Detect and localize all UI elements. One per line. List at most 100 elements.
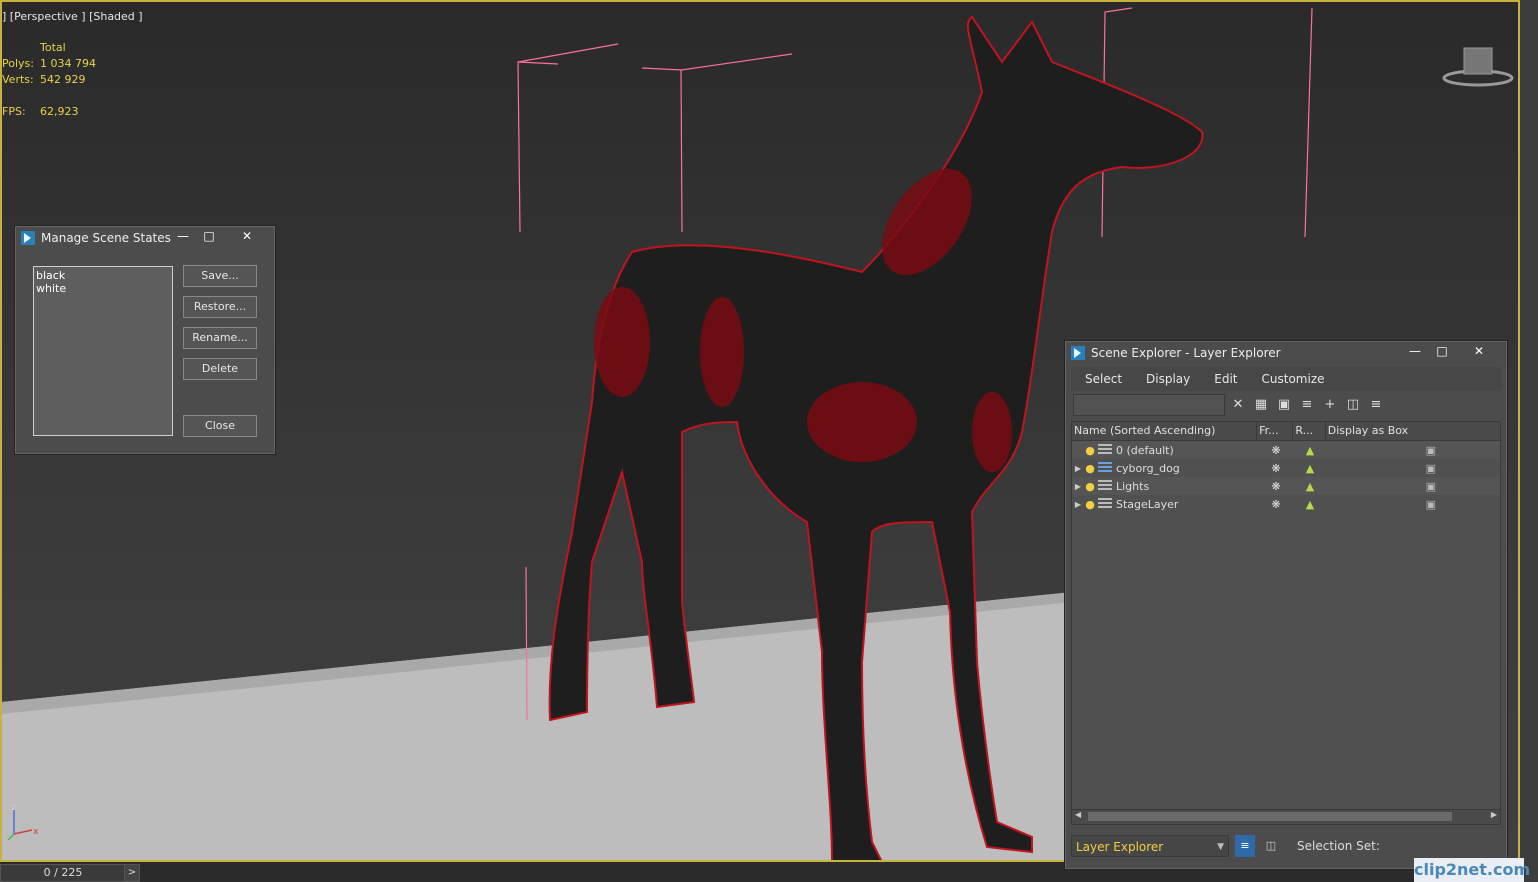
render-teapot-icon[interactable]: ▲ [1294, 498, 1326, 511]
app-icon [1071, 346, 1085, 360]
scene-explorer-window: Scene Explorer - Layer Explorer — □ ✕ Se… [1064, 340, 1508, 870]
render-teapot-icon[interactable]: ▲ [1294, 480, 1326, 493]
menu-customize[interactable]: Customize [1262, 372, 1325, 386]
menu-edit[interactable]: Edit [1214, 372, 1237, 386]
lightbulb-icon[interactable]: ● [1084, 498, 1096, 511]
list-item[interactable]: black [36, 269, 170, 282]
scene-states-list[interactable]: black white [33, 266, 173, 436]
dialog-title: Manage Scene States [41, 231, 171, 245]
maximize-icon[interactable]: □ [197, 228, 221, 244]
axis-tripod-icon: z x [7, 803, 39, 840]
scroll-right-icon[interactable]: ▶ [1491, 810, 1497, 819]
add-icon[interactable]: + [1320, 395, 1340, 415]
lightbulb-icon[interactable]: ● [1084, 480, 1096, 493]
layer-icon [1098, 444, 1112, 456]
close-icon[interactable]: ✕ [1467, 343, 1491, 359]
delete-button[interactable]: Delete [183, 358, 257, 380]
layer-mode-icon[interactable]: ≡ [1235, 835, 1255, 857]
explorer-toolbar: ✕ ▦ ▣ ≡ + ◫ ≡ [1071, 391, 1501, 419]
hierarchy-mode-icon[interactable]: ◫ [1261, 835, 1281, 857]
expand-arrow-icon[interactable]: ▶ [1072, 464, 1084, 473]
explorer-titlebar[interactable]: Scene Explorer - Layer Explorer — □ ✕ [1065, 341, 1507, 365]
minimize-icon[interactable]: — [171, 228, 195, 244]
column-header-freeze[interactable]: Fr... [1257, 422, 1294, 440]
layer-name: 0 (default) [1116, 443, 1174, 457]
display-box-icon[interactable]: ▣ [1326, 498, 1496, 511]
grid-body: ● 0 (default) ❋ ▲ ▣ ▶ ● cyborg_dog ❋ ▲ ▣ ▶ ●… [1072, 441, 1500, 513]
manage-scene-states-dialog: Manage Scene States — □ ✕ black white Sa… [14, 225, 276, 455]
time-slider[interactable]: 0 / 225 [0, 864, 126, 882]
selection-set-label: Selection Set: [1297, 839, 1380, 853]
right-edge-panel [1520, 0, 1538, 882]
freeze-icon[interactable]: ❋ [1258, 444, 1294, 457]
expand-arrow-icon[interactable]: ▶ [1072, 482, 1084, 491]
explorer-type-value: Layer Explorer [1076, 840, 1164, 854]
freeze-icon[interactable]: ❋ [1258, 498, 1294, 511]
layer-icon [1098, 480, 1112, 492]
explorer-title: Scene Explorer - Layer Explorer [1091, 346, 1281, 360]
lightbulb-icon[interactable]: ● [1084, 444, 1096, 457]
table-row[interactable]: ▶ ● Lights ❋ ▲ ▣ [1072, 477, 1500, 495]
column-header-render[interactable]: R... [1293, 422, 1326, 440]
hierarchy-icon[interactable]: ◫ [1343, 395, 1363, 415]
column-header-display-box[interactable]: Display as Box [1326, 422, 1500, 440]
restore-button[interactable]: Restore... [183, 296, 257, 318]
display-box-icon[interactable]: ▣ [1326, 462, 1496, 475]
axis-x-label: x [33, 827, 39, 837]
list-item[interactable]: white [36, 282, 170, 295]
clear-search-icon[interactable]: ✕ [1228, 395, 1248, 415]
column-header-name[interactable]: Name (Sorted Ascending) [1072, 422, 1258, 440]
freeze-icon[interactable]: ❋ [1258, 480, 1294, 493]
lightbulb-icon[interactable]: ● [1084, 462, 1096, 475]
scrollbar-thumb[interactable] [1088, 812, 1452, 821]
table-row[interactable]: ● 0 (default) ❋ ▲ ▣ [1072, 441, 1500, 459]
stats-value: 1 034 794 [40, 57, 96, 70]
stats-key: Polys: [2, 57, 34, 70]
select-layer-icon[interactable]: ≡ [1366, 395, 1386, 415]
stats-key: FPS: [2, 105, 26, 118]
explorer-type-select[interactable]: Layer Explorer ▼ [1071, 835, 1229, 857]
stats-key: Verts: [2, 73, 34, 86]
layer-name: cyborg_dog [1116, 461, 1180, 475]
stats-header: Total [40, 41, 66, 54]
next-frame-button[interactable]: > [124, 864, 140, 882]
render-teapot-icon[interactable]: ▲ [1294, 444, 1326, 457]
maximize-icon[interactable]: □ [1430, 343, 1454, 359]
app-icon [21, 231, 35, 245]
viewcube-icon[interactable] [1442, 42, 1514, 88]
stats-value: 542 929 [40, 73, 86, 86]
dialog-titlebar[interactable]: Manage Scene States — □ ✕ [15, 226, 275, 250]
scroll-left-icon[interactable]: ◀ [1075, 810, 1081, 819]
menu-select[interactable]: Select [1085, 372, 1122, 386]
expand-arrow-icon[interactable]: ▶ [1072, 500, 1084, 509]
minimize-icon[interactable]: — [1403, 343, 1427, 359]
table-row[interactable]: ▶ ● cyborg_dog ❋ ▲ ▣ [1072, 459, 1500, 477]
explorer-menubar: Select Display Edit Customize [1071, 367, 1501, 391]
close-button[interactable]: Close [183, 415, 257, 437]
save-button[interactable]: Save... [183, 265, 257, 287]
display-box-icon[interactable]: ▣ [1326, 444, 1496, 457]
menu-display[interactable]: Display [1146, 372, 1190, 386]
grid-header: Name (Sorted Ascending) Fr... R... Displ… [1072, 422, 1500, 441]
search-input[interactable] [1073, 394, 1225, 416]
lock-icon[interactable]: ▣ [1274, 395, 1294, 415]
table-row[interactable]: ▶ ● StageLayer ❋ ▲ ▣ [1072, 495, 1500, 513]
display-box-icon[interactable]: ▣ [1326, 480, 1496, 493]
close-icon[interactable]: ✕ [235, 228, 259, 244]
rename-button[interactable]: Rename... [183, 327, 257, 349]
layer-name: Lights [1116, 479, 1150, 493]
layer-grid: Name (Sorted Ascending) Fr... R... Displ… [1071, 421, 1501, 811]
layer-add-icon[interactable]: ≡ [1297, 395, 1317, 415]
layer-name: StageLayer [1116, 497, 1179, 511]
stats-value: 62,923 [40, 105, 79, 118]
chevron-down-icon: ▼ [1217, 842, 1224, 852]
axis-z-label: z [11, 803, 16, 813]
watermark-logo: clip2net.com [1414, 858, 1530, 882]
active-layer-icon [1098, 462, 1112, 474]
filter-icon[interactable]: ▦ [1251, 395, 1271, 415]
horizontal-scrollbar[interactable]: ◀ ▶ [1071, 809, 1501, 825]
freeze-icon[interactable]: ❋ [1258, 462, 1294, 475]
viewport-label[interactable]: ] [Perspective ] [Shaded ] [2, 10, 143, 23]
stats-overlay: Total Polys: 1 034 794 Verts: 542 929 FPS:… [2, 40, 96, 120]
render-teapot-icon[interactable]: ▲ [1294, 462, 1326, 475]
